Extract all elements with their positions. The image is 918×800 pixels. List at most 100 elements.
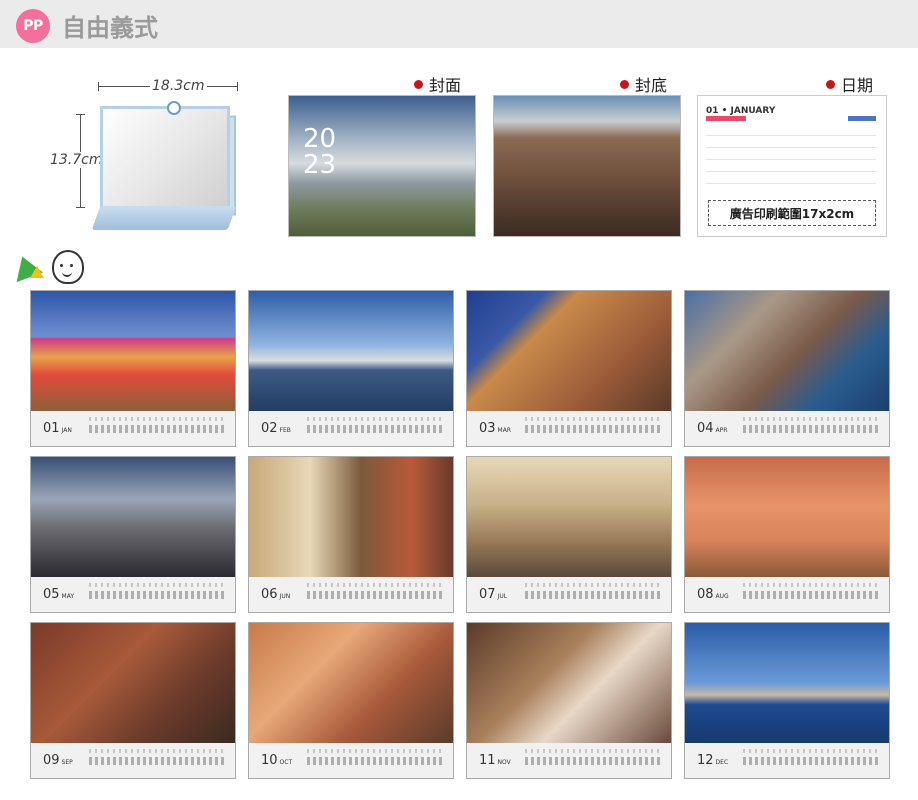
month-calendar-strip: 05 MAY	[31, 577, 235, 612]
width-dimension-label: 18.3cm	[150, 78, 207, 94]
month-thumbnail: 01 JAN	[30, 290, 236, 447]
month-num: 12	[697, 753, 714, 768]
cover-preview: 20 23	[288, 95, 476, 237]
weekday-row	[89, 749, 227, 753]
date-accent-bar-left	[706, 116, 746, 121]
month-num: 06	[261, 587, 278, 602]
month-abbr: MAY	[61, 593, 75, 600]
month-calendar-strip: 11 NOV	[467, 743, 671, 778]
stand-base	[91, 206, 237, 230]
cover-year-line2: 23	[303, 150, 337, 180]
month-photo	[685, 623, 889, 743]
month-thumbnail: 02 FEB	[248, 290, 454, 447]
month-number: 09 SEP	[43, 753, 73, 768]
month-thumbnail: 07 JUL	[466, 456, 672, 613]
day-row	[307, 425, 445, 433]
calendar-stand-illustration: 18.3cm 13.7cm	[40, 70, 280, 240]
month-number: 03 MAR	[479, 421, 511, 436]
month-calendar-strip: 02 FEB	[249, 411, 453, 446]
month-calendar-strip: 01 JAN	[31, 411, 235, 446]
month-calendar-strip: 03 MAR	[467, 411, 671, 446]
month-calendar-strip: 04 APR	[685, 411, 889, 446]
day-row	[525, 425, 663, 433]
month-photo	[249, 623, 453, 743]
date-month-heading: 01 • JANUARY	[706, 106, 776, 116]
height-dimension-label: 13.7cm	[50, 152, 103, 168]
month-num: 02	[261, 421, 278, 436]
month-abbr: JUL	[497, 593, 508, 600]
weekday-row	[307, 417, 445, 421]
weekday-row	[525, 417, 663, 421]
month-thumbnail: 05 MAY	[30, 456, 236, 613]
month-num: 03	[479, 421, 496, 436]
month-num: 09	[43, 753, 60, 768]
day-row	[743, 591, 881, 599]
day-row	[307, 757, 445, 765]
month-number: 08 AUG	[697, 587, 729, 602]
page-title: 自由義式	[62, 14, 158, 42]
month-photo	[31, 623, 235, 743]
weekday-row	[525, 749, 663, 753]
date-label-text: 日期	[841, 76, 874, 95]
month-thumbnail: 04 APR	[684, 290, 890, 447]
month-number: 04 APR	[697, 421, 727, 436]
month-abbr: OCT	[279, 759, 293, 766]
stand-ring	[167, 101, 181, 115]
month-number: 10 OCT	[261, 753, 292, 768]
month-abbr: AUG	[715, 593, 729, 600]
weekday-row	[89, 583, 227, 587]
month-number: 11 NOV	[479, 753, 511, 768]
month-photo	[467, 457, 671, 577]
pp-logo-badge: PP	[16, 9, 50, 43]
stand-front-panel	[100, 106, 230, 212]
month-thumbnail: 11 NOV	[466, 622, 672, 779]
month-abbr: JAN	[61, 427, 72, 434]
month-abbr: JUN	[279, 593, 291, 600]
date-accent-bar-right	[848, 116, 876, 121]
girl-face-icon	[52, 250, 84, 284]
day-row	[525, 757, 663, 765]
month-num: 11	[479, 753, 496, 768]
month-number: 06 JUN	[261, 587, 290, 602]
weekday-row	[307, 583, 445, 587]
date-page-preview: 01 • JANUARY 廣告印刷範圍17x2cm	[697, 95, 887, 237]
month-photo	[31, 291, 235, 411]
month-thumbnail: 06 JUN	[248, 456, 454, 613]
month-calendar-strip: 09 SEP	[31, 743, 235, 778]
month-num: 07	[479, 587, 496, 602]
month-num: 04	[697, 421, 714, 436]
month-photo	[467, 623, 671, 743]
weekday-row	[89, 417, 227, 421]
month-photo	[685, 291, 889, 411]
back-label-text: 封底	[635, 76, 668, 95]
month-num: 10	[261, 753, 278, 768]
red-dot-icon	[414, 79, 423, 89]
weekday-row	[743, 417, 881, 421]
month-thumbnail: 09 SEP	[30, 622, 236, 779]
weekday-row	[743, 749, 881, 753]
red-dot-icon	[826, 79, 835, 89]
cover-label-text: 封面	[429, 76, 462, 95]
day-row	[743, 425, 881, 433]
decorative-sticker	[9, 244, 92, 288]
month-photo	[249, 291, 453, 411]
page-header: PP 自由義式	[0, 0, 918, 48]
date-label: 日期	[826, 72, 873, 96]
month-calendar-strip: 12 DEC	[685, 743, 889, 778]
month-abbr: SEP	[61, 759, 73, 766]
day-row	[743, 757, 881, 765]
month-abbr: NOV	[497, 759, 511, 766]
print-area-label: 廣告印刷範圍17x2cm	[708, 200, 876, 226]
weekday-row	[743, 583, 881, 587]
cover-year-line1: 20	[303, 124, 337, 154]
day-row	[89, 425, 227, 433]
month-calendar-strip: 08 AUG	[685, 577, 889, 612]
back-cover-preview	[493, 95, 681, 237]
month-thumbnail: 10 OCT	[248, 622, 454, 779]
day-row	[525, 591, 663, 599]
month-abbr: MAR	[497, 427, 511, 434]
month-abbr: FEB	[279, 427, 291, 434]
month-number: 01 JAN	[43, 421, 72, 436]
yellow-triangle-icon	[30, 266, 44, 278]
month-num: 08	[697, 587, 714, 602]
